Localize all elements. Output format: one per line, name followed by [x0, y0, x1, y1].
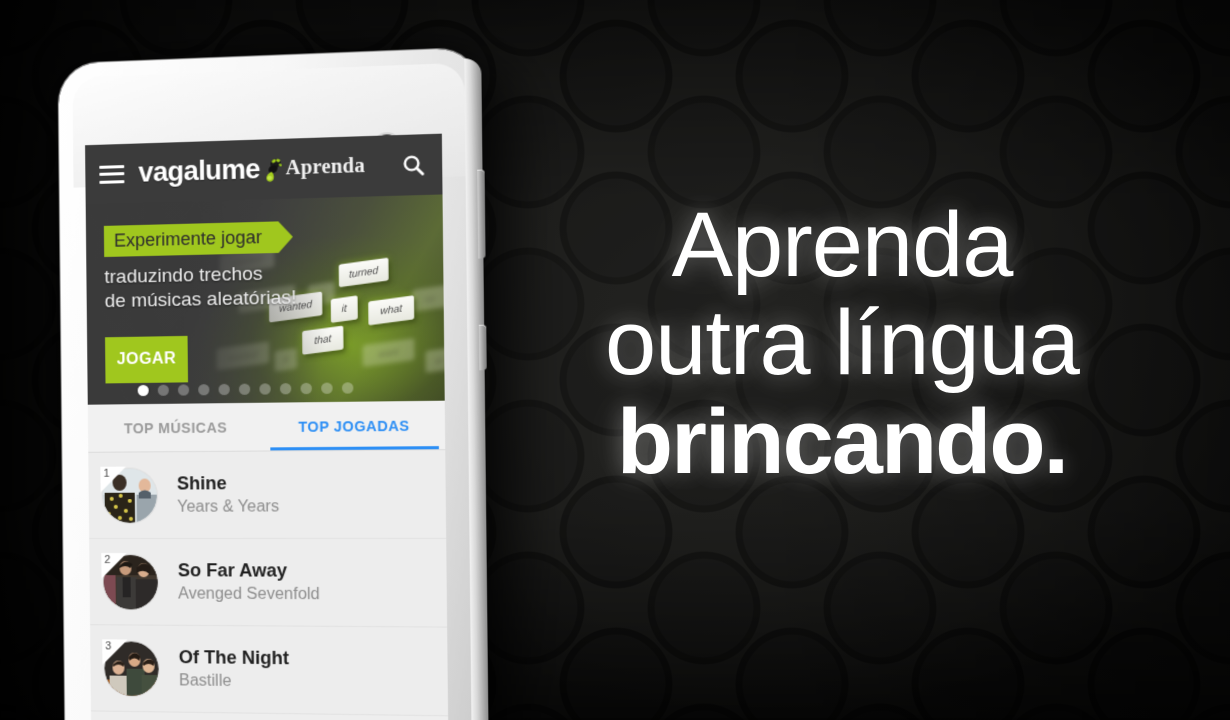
brand-name: vagalume	[138, 153, 261, 188]
hero-banner[interactable]: wanted it co want w it wanted wanted tur…	[85, 194, 445, 405]
carousel-dot[interactable]	[341, 382, 354, 394]
song-artist: Bastille	[178, 672, 232, 691]
hero-subtitle-line-2: de músicas aleatórias!	[104, 286, 297, 312]
carousel-dot[interactable]	[218, 383, 230, 396]
list-item[interactable]: 1 Shine Years & Years	[88, 450, 447, 539]
tab-top-jogadas[interactable]: TOP JOGADAS	[264, 401, 446, 451]
song-list: 1 Shine Years & Years 2 So Far Away Aven…	[88, 450, 449, 717]
tab-bar: TOP MÚSICAS TOP JOGADAS	[87, 400, 446, 453]
jogar-button[interactable]: JOGAR	[105, 335, 189, 384]
headline-line-2: outra língua	[605, 292, 1080, 395]
song-text: Shine Years & Years	[177, 472, 279, 517]
list-item[interactable]: 3 Of The Night Bastille	[90, 625, 449, 717]
carousel-dot[interactable]	[177, 384, 190, 396]
headline: Aprenda outra língua brincando.	[512, 194, 1172, 493]
volume-button[interactable]	[477, 169, 486, 259]
headline-line-1: Aprenda	[671, 194, 1014, 296]
carousel-dot[interactable]	[137, 384, 149, 397]
carousel-dot[interactable]	[238, 383, 251, 395]
song-artist: Years & Years	[177, 498, 280, 516]
carousel-dot[interactable]	[157, 384, 169, 396]
brand-sub-label: Aprenda	[285, 154, 366, 180]
firefly-mascot-icon	[262, 155, 287, 182]
thumbnail-wrap: 1	[102, 468, 157, 523]
phone-screen: vagalume Aprenda Experimente jogar tradu…	[85, 133, 449, 720]
phone-mockup: vagalume Aprenda Experimente jogar tradu…	[58, 47, 489, 720]
carousel-dot[interactable]	[279, 383, 292, 395]
carousel-dot[interactable]	[300, 382, 312, 395]
promo-banner-stage: Aprenda outra língua brincando. vagalume	[0, 0, 1230, 720]
power-button[interactable]	[478, 324, 487, 371]
song-text: So Far Away Avenged Sevenfold	[178, 560, 320, 605]
headline-line-3: brincando.	[616, 390, 1069, 493]
hero-subtitle: traduzindo trechos de músicas aleatórias…	[104, 262, 296, 314]
song-title: So Far Away	[177, 559, 288, 581]
carousel-dot[interactable]	[321, 382, 333, 394]
search-icon[interactable]	[400, 151, 428, 179]
song-title: Of The Night	[178, 646, 290, 668]
hero-badge: Experimente jogar	[104, 221, 293, 257]
tab-top-musicas[interactable]: TOP MÚSICAS	[88, 403, 264, 452]
thumbnail-wrap: 3	[104, 641, 159, 696]
list-item[interactable]: 2 So Far Away Avenged Sevenfold	[89, 538, 448, 628]
song-text: Of The Night Bastille	[179, 647, 290, 693]
song-artist: Avenged Sevenfold	[178, 585, 320, 604]
carousel-dot[interactable]	[259, 383, 271, 395]
carousel-dot[interactable]	[198, 384, 210, 396]
hamburger-menu-icon[interactable]	[99, 164, 125, 184]
app-bar: vagalume Aprenda	[85, 133, 443, 205]
thumbnail-wrap: 2	[103, 555, 158, 609]
brand-lockup: vagalume Aprenda	[138, 149, 400, 188]
song-title: Shine	[176, 472, 227, 494]
